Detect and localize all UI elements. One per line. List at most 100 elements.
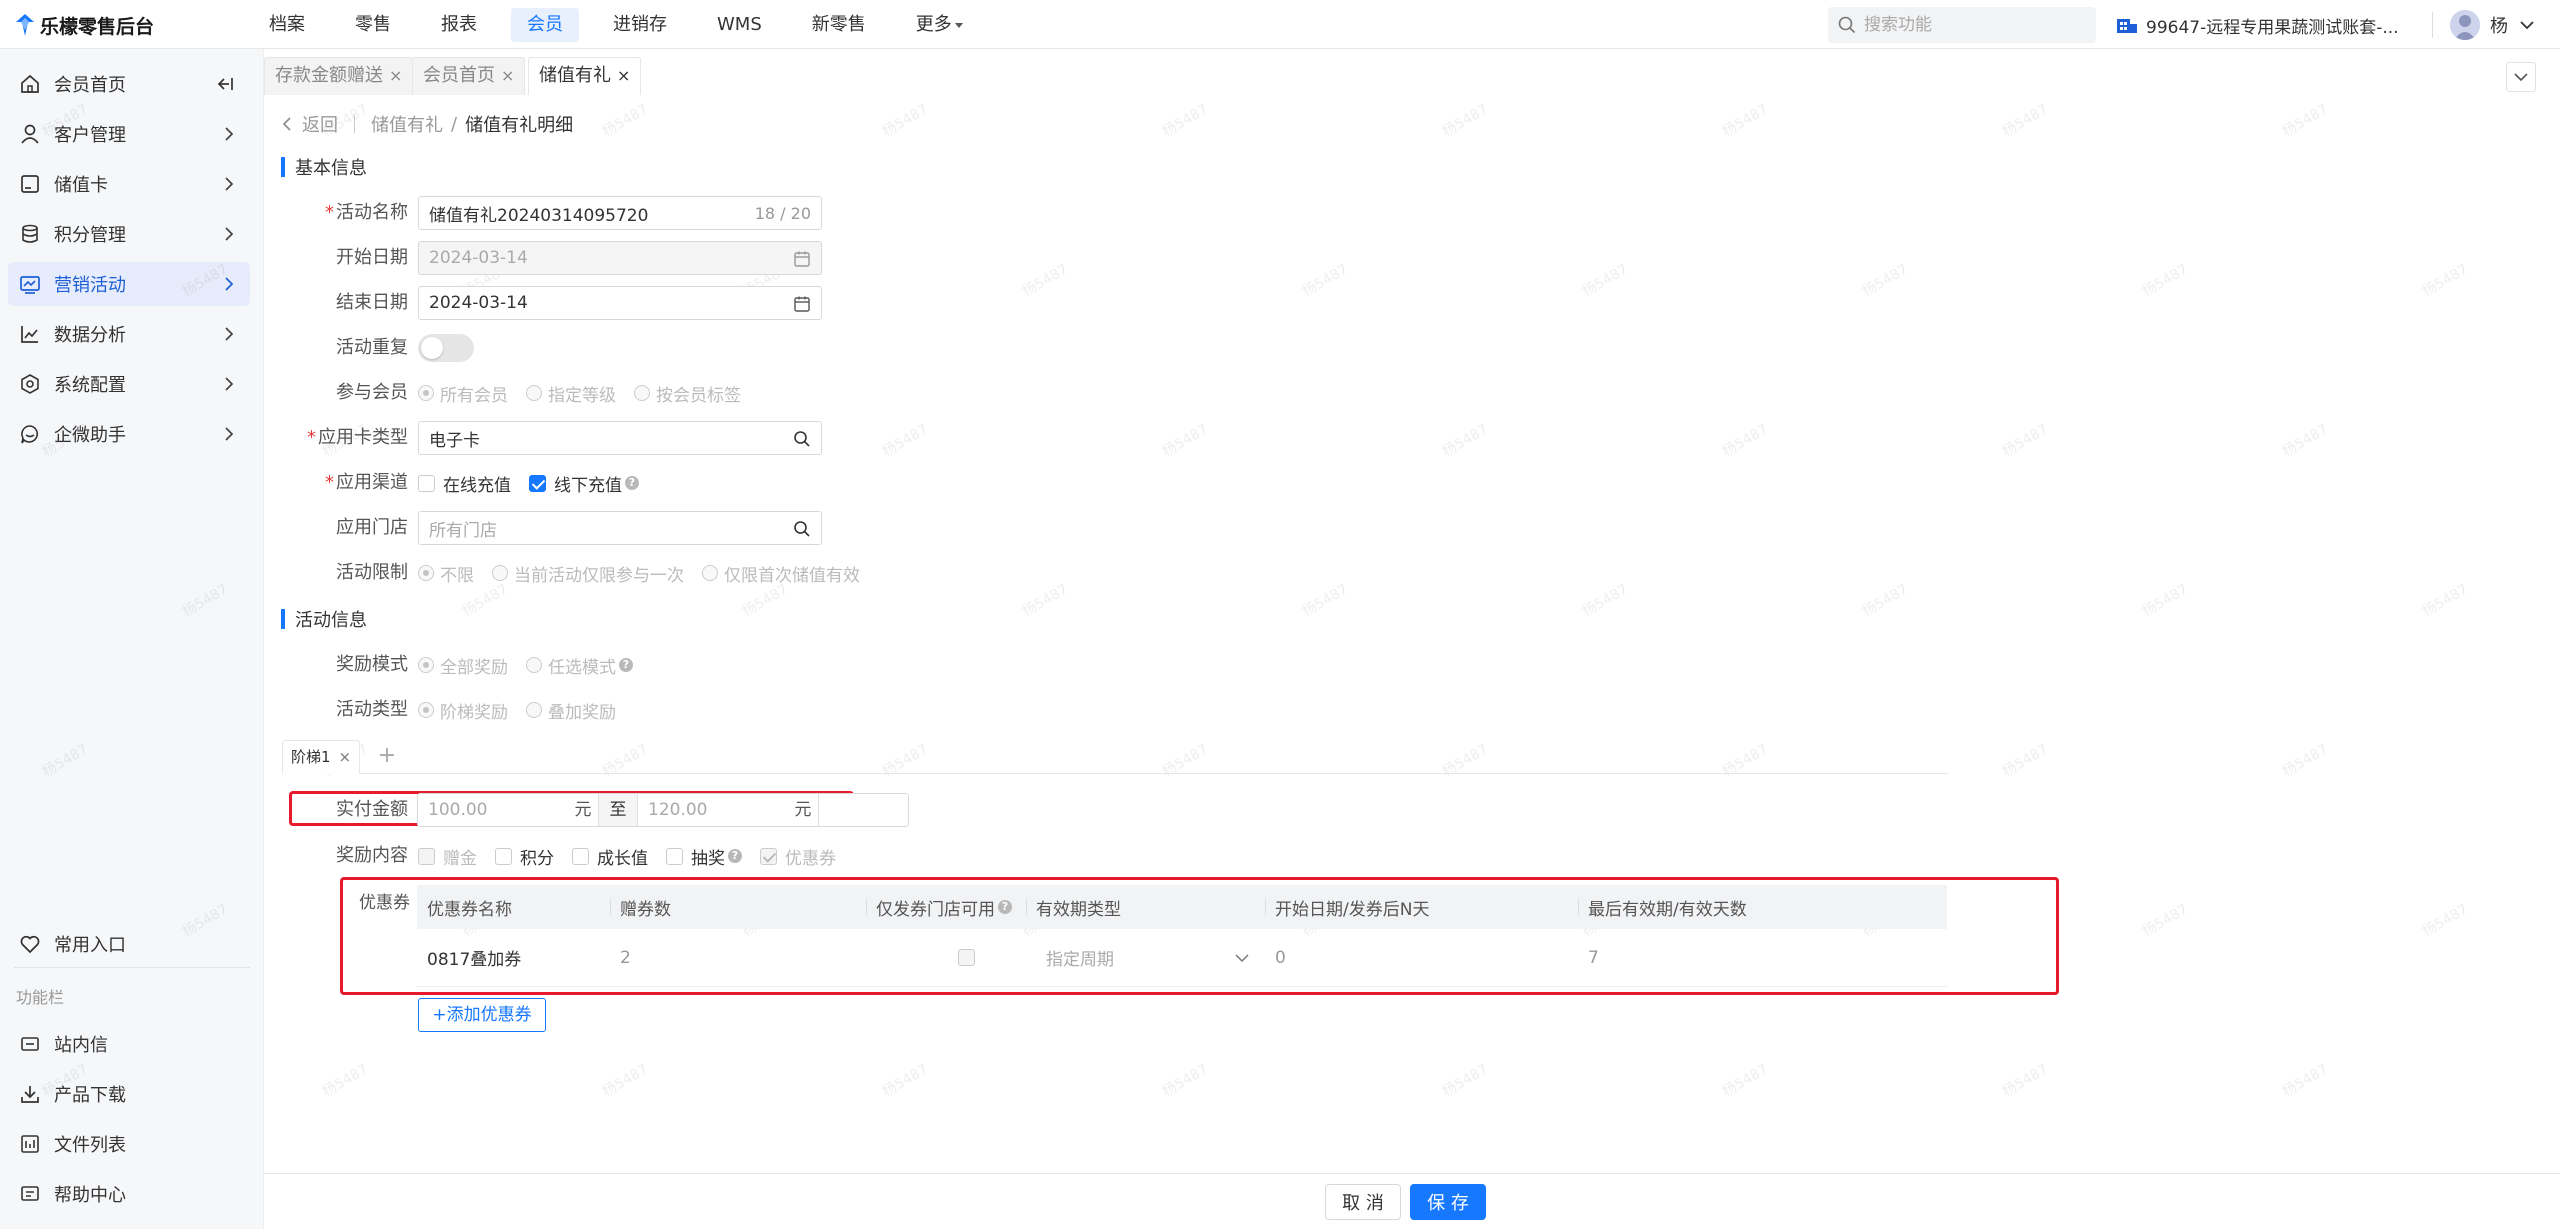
step-tab-label: 阶梯1 bbox=[291, 748, 331, 766]
sidebar-item-customers[interactable]: 客户管理 bbox=[8, 112, 250, 156]
tab-deposit-gift[interactable]: 存款金额赠送 × bbox=[264, 57, 414, 95]
end-days-cell[interactable]: 7 bbox=[1578, 929, 1947, 986]
column-header: 开始日期/发券后N天 bbox=[1265, 885, 1578, 929]
column-header: 赠券数 bbox=[610, 885, 866, 929]
store-only-checkbox[interactable] bbox=[957, 949, 975, 966]
tabs-dropdown-button[interactable] bbox=[2506, 62, 2536, 92]
account-switcher[interactable]: 99647-远程专用果蔬测试账套-... bbox=[2116, 8, 2399, 42]
topnav-item-archive[interactable]: 档案 bbox=[253, 8, 321, 42]
step-tab-1[interactable]: 阶梯1 × bbox=[282, 740, 361, 774]
sidebar-item-wecom-assistant[interactable]: 企微助手 bbox=[8, 412, 250, 456]
topnav-label: 档案 bbox=[269, 14, 305, 35]
amount-to: 至 bbox=[598, 794, 638, 826]
cancel-button[interactable]: 取 消 bbox=[1325, 1184, 1401, 1220]
settings-icon bbox=[21, 374, 39, 394]
radio-no-limit[interactable]: 不限 bbox=[418, 561, 474, 586]
sidebar-item-label: 数据分析 bbox=[54, 325, 126, 346]
sidebar-item-help[interactable]: 帮助中心 bbox=[8, 1172, 250, 1216]
topnav-item-report[interactable]: 报表 bbox=[425, 8, 493, 42]
channel-checkbox-group: 在线充值 线下充值? bbox=[418, 466, 657, 500]
checkbox-online-recharge[interactable]: 在线充值 bbox=[418, 471, 511, 496]
chevron-right-icon bbox=[225, 277, 234, 291]
function-search-input[interactable] bbox=[1864, 15, 2084, 35]
coupon-qty-cell[interactable]: 2 bbox=[610, 929, 866, 986]
chat-icon bbox=[21, 425, 39, 444]
sidebar-item-file-list[interactable]: 文件列表 bbox=[8, 1122, 250, 1166]
checkbox-points[interactable]: 积分 bbox=[495, 844, 554, 869]
topnav-item-new-retail[interactable]: 新零售 bbox=[796, 8, 882, 42]
help-tooltip-icon[interactable]: ? bbox=[625, 476, 639, 490]
topnav-item-retail[interactable]: 零售 bbox=[339, 8, 407, 42]
sidebar-item-stored-value-card[interactable]: 储值卡 bbox=[8, 162, 250, 206]
breadcrumb-parent[interactable]: 储值有礼 bbox=[371, 111, 443, 137]
activity-name-label: * 活动名称 bbox=[325, 202, 408, 223]
checkbox-lottery[interactable]: 抽奖? bbox=[666, 844, 742, 869]
home-icon bbox=[21, 74, 39, 93]
end-date-input[interactable]: 2024-03-14 bbox=[418, 286, 822, 320]
topnav-label: 进销存 bbox=[613, 14, 667, 35]
card-type-select[interactable]: 电子卡 bbox=[418, 421, 822, 455]
radio-member-tag[interactable]: 按会员标签 bbox=[634, 381, 741, 406]
sidebar-item-downloads[interactable]: 产品下载 bbox=[8, 1072, 250, 1116]
radio-specified-level[interactable]: 指定等级 bbox=[526, 381, 616, 406]
close-icon[interactable]: × bbox=[339, 748, 352, 766]
topnav-item-more[interactable]: 更多 bbox=[900, 8, 979, 42]
radio-tiered-reward[interactable]: 阶梯奖励 bbox=[418, 698, 508, 723]
repeat-label: 活动重复 bbox=[336, 337, 408, 358]
topnav-item-inventory[interactable]: 进销存 bbox=[597, 8, 683, 42]
sidebar-item-favorites[interactable]: 常用入口 bbox=[8, 922, 250, 966]
sidebar-item-marketing[interactable]: 营销活动 bbox=[8, 262, 250, 306]
tab-member-home[interactable]: 会员首页 × bbox=[412, 57, 526, 95]
topnav-item-member[interactable]: 会员 bbox=[511, 8, 579, 42]
close-icon[interactable]: × bbox=[617, 66, 630, 85]
radio-stacked-reward[interactable]: 叠加奖励 bbox=[526, 698, 616, 723]
add-step-button[interactable]: + bbox=[370, 740, 404, 774]
validity-type-value: 指定周期 bbox=[1046, 950, 1114, 970]
amount-max-input[interactable]: 120.00 bbox=[638, 794, 788, 826]
tab-stored-value-gift[interactable]: 储值有礼 × bbox=[528, 57, 642, 95]
validity-type-select[interactable]: 指定周期 bbox=[1026, 929, 1265, 986]
checkbox-growth[interactable]: 成长值 bbox=[572, 844, 648, 869]
sidebar-item-messages[interactable]: 站内信 bbox=[8, 1022, 250, 1066]
checkbox-offline-recharge[interactable]: 线下充值? bbox=[529, 471, 639, 496]
back-link[interactable]: 返回 bbox=[302, 111, 338, 137]
chevron-down-icon bbox=[2514, 73, 2528, 82]
topnav-label: 更多 bbox=[915, 14, 952, 35]
sidebar-item-label: 储值卡 bbox=[54, 175, 108, 196]
help-tooltip-icon[interactable]: ? bbox=[619, 658, 633, 672]
close-icon[interactable]: × bbox=[501, 66, 514, 85]
activity-name-input[interactable]: 储值有礼20240314095720 18 / 20 bbox=[418, 196, 822, 230]
user-menu[interactable]: 杨 bbox=[2450, 6, 2534, 44]
card-type-label: * 应用卡类型 bbox=[307, 427, 408, 448]
radio-all-members[interactable]: 所有会员 bbox=[418, 381, 508, 406]
topnav-item-wms[interactable]: WMS bbox=[701, 8, 778, 42]
breadcrumb-current: 储值有礼明细 bbox=[465, 115, 574, 136]
brand-logo[interactable]: 乐檬零售后台 bbox=[16, 12, 154, 38]
function-search[interactable] bbox=[1828, 7, 2096, 43]
sidebar-item-points[interactable]: 积分管理 bbox=[8, 212, 250, 256]
help-tooltip-icon[interactable]: ? bbox=[998, 900, 1012, 914]
sidebar-item-data-analysis[interactable]: 数据分析 bbox=[8, 312, 250, 356]
close-icon[interactable]: × bbox=[389, 66, 402, 85]
sidebar-item-system-config[interactable]: 系统配置 bbox=[8, 362, 250, 406]
account-label: 99647-远程专用果蔬测试账套-... bbox=[2146, 17, 2399, 38]
help-tooltip-icon[interactable]: ? bbox=[728, 849, 742, 863]
repeat-toggle[interactable] bbox=[418, 334, 474, 362]
card-icon bbox=[21, 175, 39, 193]
start-days-cell[interactable]: 0 bbox=[1265, 929, 1578, 986]
save-button[interactable]: 保 存 bbox=[1410, 1184, 1486, 1220]
amount-min-input[interactable]: 100.00 bbox=[418, 794, 568, 826]
start-date-value: 2024-03-14 bbox=[429, 248, 528, 268]
table-row: 0817叠加券 2 指定周期 0 7 bbox=[417, 929, 1947, 987]
radio-first-deposit[interactable]: 仅限首次储值有效 bbox=[702, 561, 860, 586]
store-select[interactable]: 所有门店 bbox=[418, 511, 822, 545]
add-coupon-button[interactable]: +添加优惠券 bbox=[418, 998, 546, 1032]
sidebar-item-member-home[interactable]: 会员首页 bbox=[8, 62, 250, 106]
radio-all-reward[interactable]: 全部奖励 bbox=[418, 653, 508, 678]
radio-optional-mode[interactable]: 任选模式? bbox=[526, 653, 633, 678]
members-label: 参与会员 bbox=[336, 382, 408, 403]
caret-down-icon bbox=[954, 22, 963, 28]
tab-label: 存款金额赠送 bbox=[275, 65, 383, 86]
radio-once-per-activity[interactable]: 当前活动仅限参与一次 bbox=[492, 561, 684, 586]
collapse-sidebar-icon[interactable] bbox=[216, 76, 234, 92]
